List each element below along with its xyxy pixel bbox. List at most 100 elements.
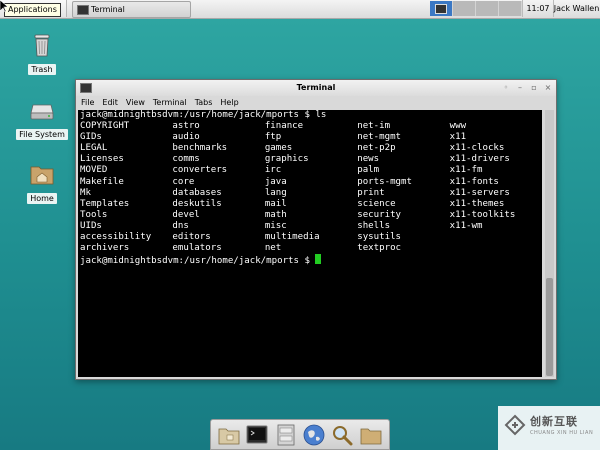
ls-entry: core [172,176,195,187]
desktop-icon-label: File System [16,129,68,140]
watermark-logo-icon [504,414,526,436]
ls-entry [450,243,542,254]
menu-help[interactable]: Help [217,96,241,109]
ls-entry: x11-clocks [449,143,505,154]
dock-folder[interactable] [359,423,383,447]
taskbar-item-terminal[interactable]: Terminal [72,1,191,18]
workspace-3[interactable] [476,1,499,16]
ls-entry: dns [172,220,189,231]
taskbar-item-label: Terminal [91,5,125,14]
desktop-icon-file-system[interactable]: File System [12,97,72,140]
ls-entry: Licenses [80,154,124,165]
watermark-subtext: CHUANG XIN HU LIAN [530,430,594,436]
ls-entry: java [264,176,287,187]
ls-row: GIDs audio ftp net-mgmt x11 [78,132,542,143]
ls-entry: finance [264,121,304,132]
ls-entry: irc [264,165,282,176]
ls-row: Templates deskutils mail science x11-themes [78,199,542,210]
command-line: jack@midnightbsdvm:/usr/home/jack/mports… [80,110,327,120]
folder-icon [360,428,382,444]
close-icon[interactable]: × [544,84,552,92]
ls-output: COPYRIGHT astro finance net-im www GIDs audio f… [78,121,542,254]
ls-entry: science [357,198,396,209]
window-controls: ◦ – ▫ × [502,84,552,92]
ls-entry: LEGAL [80,143,108,154]
ls-entry: games [264,143,293,154]
menu-file[interactable]: File [78,96,97,109]
ls-entry: x11-fm [449,165,483,176]
dock-show-desktop[interactable] [217,423,241,447]
scrollbar-thumb[interactable] [546,278,553,376]
dock-web-browser[interactable] [302,423,326,447]
ls-entry: editors [172,232,211,243]
ls-entry: Templates [80,198,130,209]
ls-entry: devel [172,209,200,220]
ls-entry: Mk [80,187,91,198]
ls-entry: graphics [264,154,309,165]
terminal-window[interactable]: Terminal ◦ – ▫ × File Edit View Terminal… [75,79,557,380]
ls-entry: security [357,209,402,220]
file-cabinet-icon [277,424,295,445]
menu-edit[interactable]: Edit [99,96,121,109]
ls-entry: x11-drivers [449,154,510,165]
workspace-2[interactable] [453,1,476,16]
ls-entry: x11-fonts [449,176,499,187]
dock-file-manager[interactable] [274,423,298,447]
ls-entry: astro [172,121,200,132]
ls-entry: MOVED [80,165,108,176]
menu-bar: File Edit View Terminal Tabs Help [76,96,556,109]
desktop-icon-trash[interactable]: Trash [12,32,72,75]
scrollbar[interactable] [545,110,554,377]
ls-entry: accessibility [80,232,152,243]
ls-entry: x11-themes [449,198,505,209]
terminal-screen[interactable]: jack@midnightbsdvm:/usr/home/jack/mports… [78,110,542,377]
ls-entry: GIDs [80,132,102,143]
globe-icon [303,424,325,445]
ls-row: Makefile core java ports-mgmt x11-fonts [78,177,542,188]
ls-entry: Makefile [80,176,124,187]
ls-entry: audio [172,132,200,143]
panel-clock[interactable]: 11:07 [522,0,554,17]
ls-entry: benchmarks [172,143,228,154]
ls-entry: Tools [80,209,108,220]
window-titlebar[interactable]: Terminal ◦ – ▫ × [76,80,556,96]
menu-view[interactable]: View [123,96,148,109]
ls-row: LEGAL benchmarks games net-p2p x11-clocks [78,143,542,154]
maximize-icon[interactable]: ▫ [530,84,538,92]
bottom-dock [210,419,390,450]
ls-entry: x11-servers [449,187,510,198]
workspace-1[interactable] [430,1,453,16]
ls-entry [450,232,542,243]
window-title: Terminal [296,83,336,92]
dock-terminal[interactable] [245,423,269,447]
ls-row: MOVED converters irc palm x11-fm [78,165,542,176]
desktop-icon-label: Home [27,193,57,204]
top-panel: Applications Terminal 11:07 Jack Wallen [0,0,600,19]
prompt-line: jack@midnightbsdvm:/usr/home/jack/mports… [78,254,542,267]
ls-entry: x11-wm [449,220,483,231]
ls-entry: shells [357,220,391,231]
prompt-text: jack@midnightbsdvm:/usr/home/jack/mports… [80,256,316,267]
mouse-cursor-icon [0,0,8,12]
applications-menu-button[interactable]: Applications [0,0,67,17]
ls-entry: misc [264,220,287,231]
dock-search[interactable] [330,423,354,447]
menu-icon[interactable]: ◦ [502,84,510,92]
ls-entry: archivers [80,243,130,254]
ls-entry: multimedia [264,232,320,243]
ls-entry: COPYRIGHT [80,121,130,132]
user-menu[interactable]: Jack Wallen [553,0,600,17]
ls-entry: math [264,209,287,220]
search-icon [333,425,353,445]
menu-tabs[interactable]: Tabs [192,96,216,109]
ls-row: accessibility editors multimedia sysutils [78,232,542,243]
terminal-icon [246,425,268,443]
menu-terminal[interactable]: Terminal [150,96,190,109]
ls-entry: net-p2p [357,143,396,154]
desktop-icon-home[interactable]: Home [12,161,72,204]
watermark-text: 创新互联 [530,415,578,428]
ls-entry: databases [172,187,222,198]
minimize-icon[interactable]: – [516,84,524,92]
workspace-4[interactable] [499,1,522,16]
workspace-switcher[interactable] [430,1,522,16]
